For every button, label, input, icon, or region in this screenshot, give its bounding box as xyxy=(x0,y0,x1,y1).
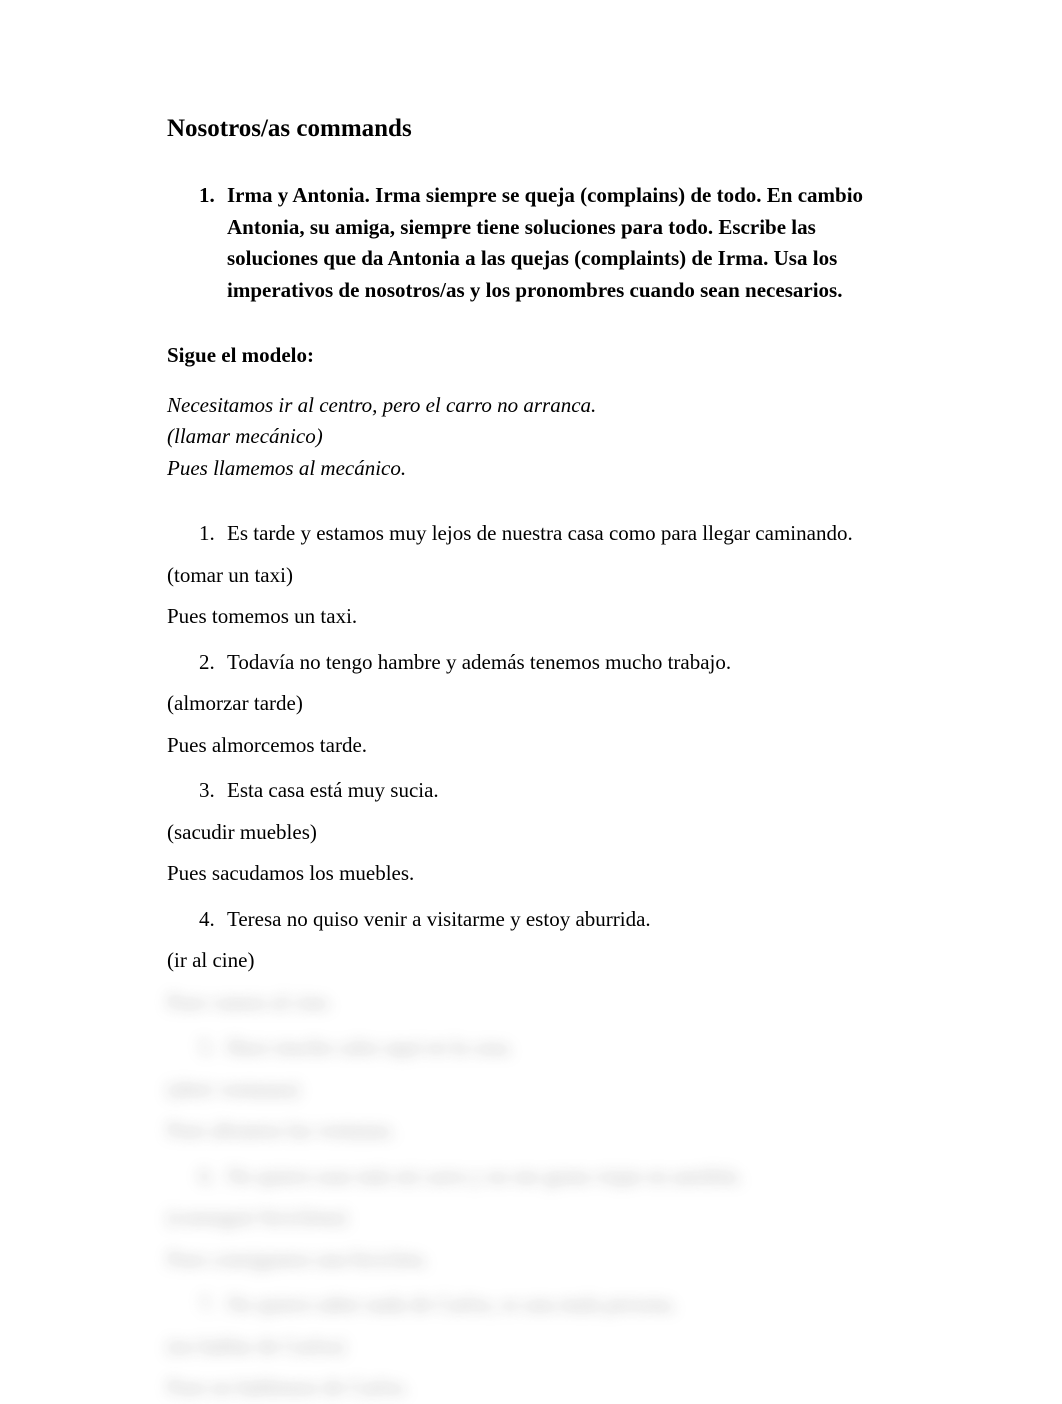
question-answer: Pues sacudamos los muebles. xyxy=(167,858,895,890)
question-prompt-line: 6.No quiero usar más mi carro y no me gu… xyxy=(199,1161,895,1193)
question-number: 3. xyxy=(199,775,227,807)
question-prompt: Esta casa está muy sucia. xyxy=(227,778,439,802)
model-line-1: Necesitamos ir al centro, pero el carro … xyxy=(167,390,895,422)
question-prompt-line: 1.Es tarde y estamos muy lejos de nuestr… xyxy=(199,518,895,550)
question-prompt: No quiero saber nada de Carlos, es una m… xyxy=(227,1292,677,1316)
question-item-blurred: 7.No quiero saber nada de Carlos, es una… xyxy=(167,1289,895,1404)
follow-model-label: Sigue el modelo: xyxy=(167,340,895,372)
question-number: 5. xyxy=(199,1032,227,1064)
question-prompt-line: 4.Teresa no quiso venir a visitarme y es… xyxy=(199,904,895,936)
question-item: 1.Es tarde y estamos muy lejos de nuestr… xyxy=(167,518,895,633)
model-example: Necesitamos ir al centro, pero el carro … xyxy=(167,390,895,485)
instructions-block: 1. Irma y Antonia. Irma siempre se queja… xyxy=(199,180,895,307)
question-answer: Pues almorcemos tarde. xyxy=(167,730,895,762)
question-hint: (tomar un taxi) xyxy=(167,560,895,592)
question-answer: Pues tomemos un taxi. xyxy=(167,601,895,633)
question-prompt-line: 3.Esta casa está muy sucia. xyxy=(199,775,895,807)
question-number: 1. xyxy=(199,518,227,550)
model-line-3: Pues llamemos al mecánico. xyxy=(167,453,895,485)
question-answer: Pues consigamos una bicicleta. xyxy=(167,1244,895,1276)
question-hint: (abrir ventanas) xyxy=(167,1074,895,1106)
question-prompt-line: 2.Todavía no tengo hambre y además tenem… xyxy=(199,647,895,679)
question-prompt: No quiero usar más mi carro y no me gust… xyxy=(227,1164,743,1188)
question-hint: (conseguir bicicletas) xyxy=(167,1202,895,1234)
instruction-number: 1. xyxy=(199,180,227,212)
question-prompt: Es tarde y estamos muy lejos de nuestra … xyxy=(227,521,853,545)
question-item: 2.Todavía no tengo hambre y además tenem… xyxy=(167,647,895,762)
questions-list: 1.Es tarde y estamos muy lejos de nuestr… xyxy=(167,518,895,1404)
question-prompt: Hace mucho calor aquí en la casa. xyxy=(227,1035,513,1059)
question-prompt-line: 5.Hace mucho calor aquí en la casa. xyxy=(199,1032,895,1064)
question-answer: Pues abramos las ventanas. xyxy=(167,1115,895,1147)
question-hint: (sacudir muebles) xyxy=(167,817,895,849)
question-item: 4.Teresa no quiso venir a visitarme y es… xyxy=(167,904,895,977)
question-item-blurred: Pues vamos al cine. xyxy=(167,987,895,1019)
question-number: 2. xyxy=(199,647,227,679)
question-number: 7. xyxy=(199,1289,227,1321)
question-item-blurred: 5.Hace mucho calor aquí en la casa. (abr… xyxy=(167,1032,895,1147)
model-line-2: (llamar mecánico) xyxy=(167,421,895,453)
question-answer: Pues vamos al cine. xyxy=(167,987,895,1019)
question-number: 6. xyxy=(199,1161,227,1193)
question-number: 4. xyxy=(199,904,227,936)
question-hint: (no hablar de Carlos) xyxy=(167,1331,895,1363)
question-item: 3.Esta casa está muy sucia. (sacudir mue… xyxy=(167,775,895,890)
question-hint: (ir al cine) xyxy=(167,945,895,977)
question-prompt-line: 7.No quiero saber nada de Carlos, es una… xyxy=(199,1289,895,1321)
question-prompt: Teresa no quiso venir a visitarme y esto… xyxy=(227,907,651,931)
page-title: Nosotros/as commands xyxy=(167,110,895,148)
question-prompt: Todavía no tengo hambre y además tenemos… xyxy=(227,650,731,674)
question-item-blurred: 6.No quiero usar más mi carro y no me gu… xyxy=(167,1161,895,1276)
question-hint: (almorzar tarde) xyxy=(167,688,895,720)
instruction-text: Irma y Antonia. Irma siempre se queja (c… xyxy=(227,180,885,306)
